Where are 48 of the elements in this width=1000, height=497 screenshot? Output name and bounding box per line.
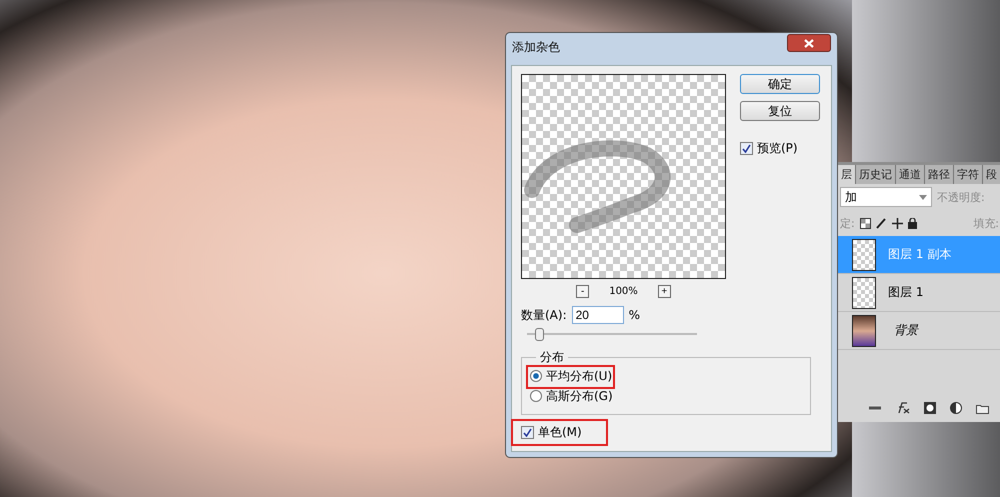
checkbox-label: 预览(P) xyxy=(757,140,798,157)
unit-label: % xyxy=(628,308,640,322)
radio-label: 高斯分布(G) xyxy=(546,388,613,404)
adjustment-icon[interactable] xyxy=(950,402,962,414)
dialog-button[interactable]: 复位 xyxy=(740,101,820,121)
effects-icon[interactable] xyxy=(896,402,910,414)
fill-label: 填充: xyxy=(973,216,1000,230)
dialog-button[interactable]: 确定 xyxy=(740,74,820,94)
zoom-out-button[interactable]: - xyxy=(576,285,590,298)
mask-icon[interactable] xyxy=(924,402,936,414)
layer-thumbnail xyxy=(852,238,876,270)
slider-thumb[interactable] xyxy=(534,328,544,341)
panel-tab[interactable]: 历史记 xyxy=(856,165,896,184)
layer-row[interactable]: 背景 xyxy=(838,312,1000,350)
lock-transparency-icon[interactable] xyxy=(860,218,871,228)
panel-tab[interactable]: 段 xyxy=(983,165,1000,184)
layer-row[interactable]: 图层 1 xyxy=(838,274,1000,312)
panel-tab[interactable]: 层 xyxy=(838,165,856,184)
amount-input[interactable]: 20 xyxy=(572,306,624,324)
radio-button[interactable] xyxy=(530,370,542,382)
blend-mode-dropdown[interactable]: 加 xyxy=(840,187,932,207)
zoom-in-button[interactable]: + xyxy=(658,285,671,298)
radio-button[interactable] xyxy=(530,390,542,402)
radio-label: 平均分布(U) xyxy=(546,368,612,384)
checkbox-label: 单色(M) xyxy=(538,424,582,441)
layer-name: 图层 1 xyxy=(888,284,924,301)
photo-thumbnail xyxy=(852,314,876,346)
layer-name: 图层 1 副本 xyxy=(888,246,952,263)
panel-tab[interactable]: 字符 xyxy=(954,165,983,184)
lock-label: 定: xyxy=(840,216,855,230)
close-button[interactable] xyxy=(787,34,831,52)
close-icon xyxy=(804,38,814,48)
checkbox[interactable] xyxy=(740,142,753,155)
zoom-level: 100% xyxy=(609,286,638,297)
group-title: 分布 xyxy=(539,349,565,366)
brush-icon[interactable] xyxy=(876,218,887,228)
panel-tab[interactable]: 路径 xyxy=(925,165,954,184)
checkbox[interactable] xyxy=(521,426,534,439)
layer-thumbnail xyxy=(852,276,876,308)
amount-label: 数量(A): xyxy=(521,306,567,324)
lock-icon[interactable] xyxy=(908,218,917,228)
dropdown-arrow-icon xyxy=(919,194,927,200)
layer-name: 背景 xyxy=(894,322,918,339)
opacity-label: 不透明度: xyxy=(937,190,985,204)
dialog-title: 添加杂色 xyxy=(512,38,560,56)
move-icon[interactable] xyxy=(892,218,903,228)
folder-icon[interactable] xyxy=(976,402,989,414)
panel-tab[interactable]: 通道 xyxy=(896,165,925,184)
